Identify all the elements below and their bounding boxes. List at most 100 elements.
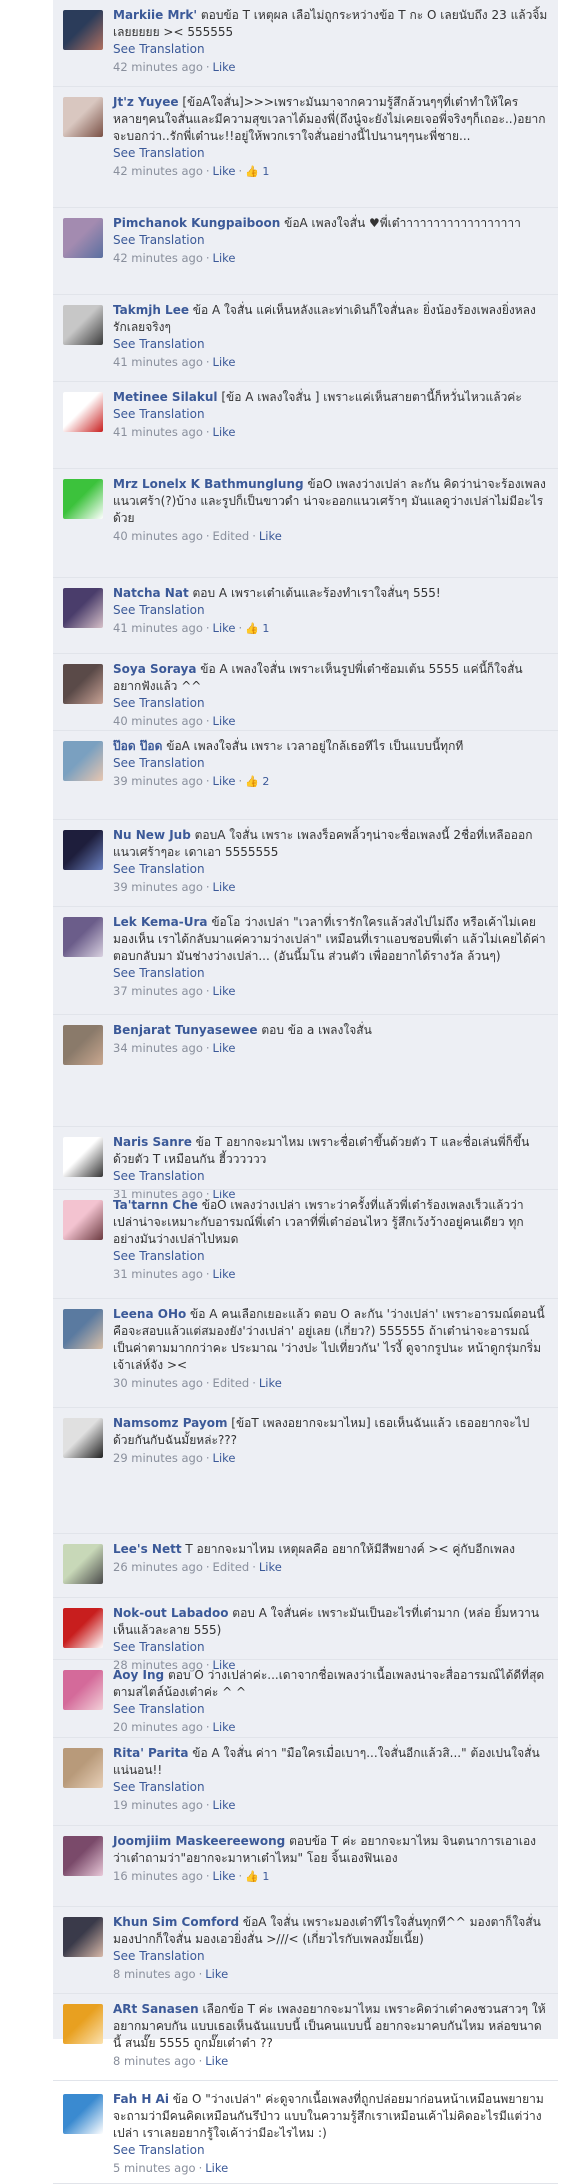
like-button[interactable]: Like: [213, 355, 236, 369]
like-button[interactable]: Like: [205, 1967, 228, 1981]
timestamp[interactable]: 30 minutes ago: [113, 1376, 203, 1390]
avatar[interactable]: [63, 1608, 103, 1648]
like-button[interactable]: Like: [213, 1798, 236, 1812]
like-button[interactable]: Like: [213, 60, 236, 74]
commenter-name-link[interactable]: Metinee Silakul: [113, 390, 218, 404]
avatar[interactable]: [63, 917, 103, 957]
timestamp[interactable]: 19 minutes ago: [113, 1798, 203, 1812]
see-translation-link[interactable]: See Translation: [113, 1168, 548, 1185]
avatar[interactable]: [63, 1544, 103, 1584]
like-button[interactable]: Like: [213, 1041, 236, 1055]
like-button[interactable]: Like: [213, 164, 236, 178]
timestamp[interactable]: 39 minutes ago: [113, 880, 203, 894]
avatar[interactable]: [63, 830, 103, 870]
timestamp[interactable]: 34 minutes ago: [113, 1041, 203, 1055]
avatar[interactable]: [63, 218, 103, 258]
like-count[interactable]: 👍 1: [245, 620, 269, 637]
avatar[interactable]: [63, 1670, 103, 1710]
see-translation-link[interactable]: See Translation: [113, 965, 548, 982]
edited-label[interactable]: Edited: [213, 1376, 250, 1390]
see-translation-link[interactable]: See Translation: [113, 861, 548, 878]
commenter-name-link[interactable]: Markiie Mrk': [113, 8, 197, 22]
commenter-name-link[interactable]: Lek Kema-Ura: [113, 915, 208, 929]
like-button[interactable]: Like: [213, 1869, 236, 1883]
avatar[interactable]: [63, 10, 103, 50]
commenter-name-link[interactable]: Khun Sim Comford: [113, 1915, 239, 1929]
avatar[interactable]: [63, 479, 103, 519]
timestamp[interactable]: 31 minutes ago: [113, 1267, 203, 1281]
like-button[interactable]: Like: [259, 1376, 282, 1390]
commenter-name-link[interactable]: Nok-out Labadoo: [113, 1606, 228, 1620]
commenter-name-link[interactable]: Naris Sanre: [113, 1135, 192, 1149]
commenter-name-link[interactable]: Fah H Ai: [113, 2092, 169, 2106]
see-translation-link[interactable]: See Translation: [113, 2142, 548, 2159]
edited-label[interactable]: Edited: [213, 529, 250, 543]
commenter-name-link[interactable]: Rita' Parita: [113, 1746, 188, 1760]
timestamp[interactable]: 42 minutes ago: [113, 164, 203, 178]
see-translation-link[interactable]: See Translation: [113, 695, 548, 712]
commenter-name-link[interactable]: Pimchanok Kungpaiboon: [113, 216, 280, 230]
like-count[interactable]: 👍 2: [245, 773, 269, 790]
commenter-name-link[interactable]: Mrz Lonelx K Bathmunglung: [113, 477, 304, 491]
timestamp[interactable]: 8 minutes ago: [113, 2054, 196, 2068]
commenter-name-link[interactable]: Aoy Ing: [113, 1668, 164, 1682]
like-button[interactable]: Like: [213, 251, 236, 265]
avatar[interactable]: [63, 1309, 103, 1349]
timestamp[interactable]: 39 minutes ago: [113, 774, 203, 788]
like-button[interactable]: Like: [213, 1451, 236, 1465]
avatar[interactable]: [63, 1748, 103, 1788]
edited-label[interactable]: Edited: [213, 1560, 250, 1574]
commenter-name-link[interactable]: Leena OHo: [113, 1307, 186, 1321]
like-button[interactable]: Like: [213, 714, 236, 728]
timestamp[interactable]: 20 minutes ago: [113, 1720, 203, 1734]
timestamp[interactable]: 42 minutes ago: [113, 251, 203, 265]
timestamp[interactable]: 16 minutes ago: [113, 1869, 203, 1883]
commenter-name-link[interactable]: Joomjiim Maskeereewong: [113, 1834, 285, 1848]
commenter-name-link[interactable]: Soya Soraya: [113, 662, 196, 676]
see-translation-link[interactable]: See Translation: [113, 336, 548, 353]
like-button[interactable]: Like: [213, 1720, 236, 1734]
see-translation-link[interactable]: See Translation: [113, 1701, 548, 1718]
commenter-name-link[interactable]: Natcha Nat: [113, 586, 189, 600]
commenter-name-link[interactable]: ARt Sanasen: [113, 2002, 199, 2016]
see-translation-link[interactable]: See Translation: [113, 755, 548, 772]
avatar[interactable]: [63, 1200, 103, 1240]
avatar[interactable]: [63, 97, 103, 137]
avatar[interactable]: [63, 1137, 103, 1177]
see-translation-link[interactable]: See Translation: [113, 406, 548, 423]
avatar[interactable]: [63, 1917, 103, 1957]
like-button[interactable]: Like: [213, 880, 236, 894]
commenter-name-link[interactable]: Namsomz Payom: [113, 1416, 227, 1430]
commenter-name-link[interactable]: Nu New Jub: [113, 828, 191, 842]
like-button[interactable]: Like: [213, 774, 236, 788]
see-translation-link[interactable]: See Translation: [113, 41, 548, 58]
avatar[interactable]: [63, 2004, 103, 2044]
commenter-name-link[interactable]: Takmjh Lee: [113, 303, 189, 317]
avatar[interactable]: [63, 1418, 103, 1458]
commenter-name-link[interactable]: Jt'z Yuyee: [113, 95, 179, 109]
timestamp[interactable]: 26 minutes ago: [113, 1560, 203, 1574]
like-button[interactable]: Like: [213, 984, 236, 998]
see-translation-link[interactable]: See Translation: [113, 602, 548, 619]
timestamp[interactable]: 42 minutes ago: [113, 60, 203, 74]
avatar[interactable]: [63, 305, 103, 345]
see-translation-link[interactable]: See Translation: [113, 1639, 548, 1656]
timestamp[interactable]: 41 minutes ago: [113, 425, 203, 439]
see-translation-link[interactable]: See Translation: [113, 232, 548, 249]
timestamp[interactable]: 37 minutes ago: [113, 984, 203, 998]
commenter-name-link[interactable]: ป๊อด ป๊อด: [113, 739, 162, 753]
like-button[interactable]: Like: [213, 425, 236, 439]
like-count[interactable]: 👍 1: [245, 163, 269, 180]
timestamp[interactable]: 5 minutes ago: [113, 2161, 196, 2175]
like-button[interactable]: Like: [205, 2161, 228, 2175]
timestamp[interactable]: 40 minutes ago: [113, 714, 203, 728]
timestamp[interactable]: 40 minutes ago: [113, 529, 203, 543]
avatar[interactable]: [63, 2094, 103, 2134]
avatar[interactable]: [63, 741, 103, 781]
see-translation-link[interactable]: See Translation: [113, 1948, 548, 1965]
avatar[interactable]: [63, 1836, 103, 1876]
avatar[interactable]: [63, 1025, 103, 1065]
timestamp[interactable]: 41 minutes ago: [113, 355, 203, 369]
commenter-name-link[interactable]: Lee's Nett: [113, 1542, 182, 1556]
timestamp[interactable]: 29 minutes ago: [113, 1451, 203, 1465]
